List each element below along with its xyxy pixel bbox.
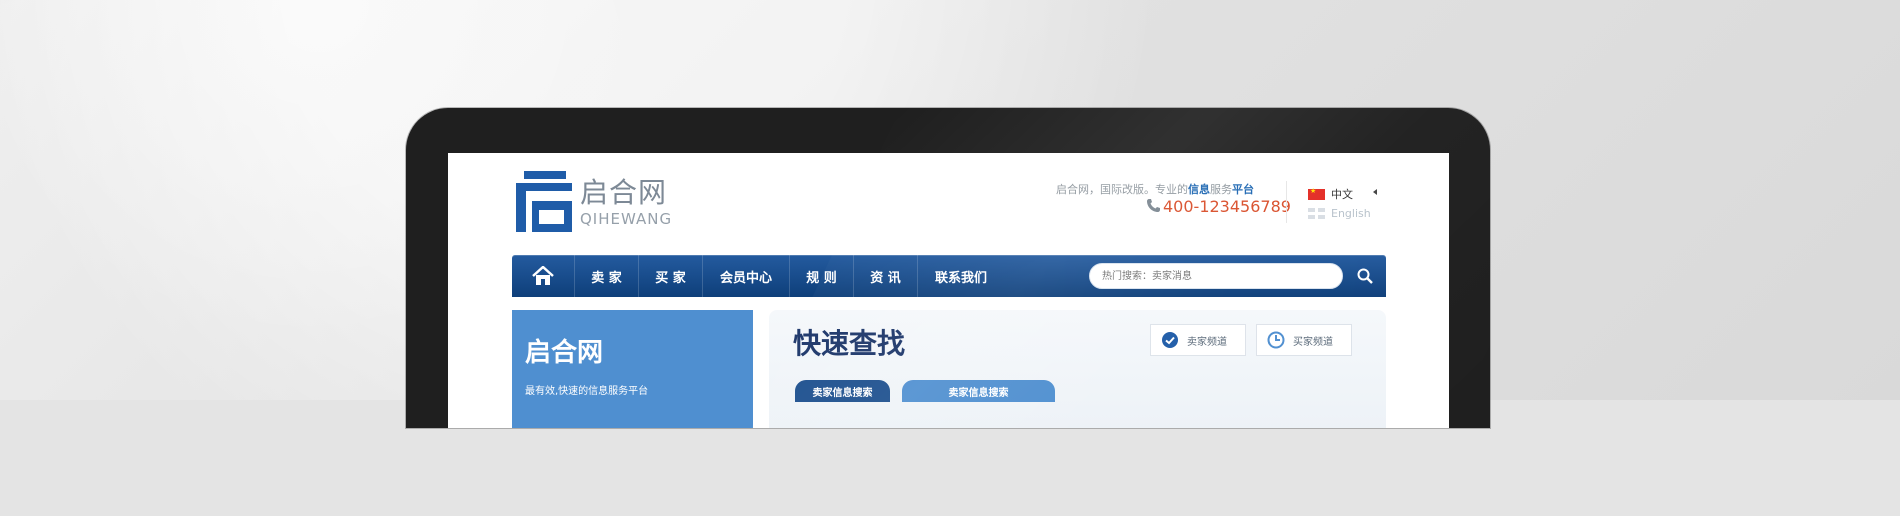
search-icon xyxy=(1357,268,1373,284)
search-input[interactable] xyxy=(1100,265,1324,287)
language-english[interactable]: English xyxy=(1308,205,1371,221)
search-box xyxy=(1089,263,1343,289)
quick-search-title: 快速查找 xyxy=(793,327,906,360)
site-tagline: 启合网，国际改版。专业的信息服务平台 xyxy=(1056,181,1254,197)
logo-icon[interactable] xyxy=(516,171,574,232)
check-circle-icon xyxy=(1162,332,1178,348)
intro-title: 启合网 xyxy=(525,338,604,368)
nav-item-sellers[interactable]: 卖 家 xyxy=(574,255,638,297)
monitor-frame: 启合网 QIHEWANG 启合网，国际改版。专业的信息服务平台 400-1234… xyxy=(406,108,1490,428)
intro-panel: 启合网 最有效,快速的信息服务平台 xyxy=(512,310,753,428)
buyer-channel-label: 买家频道 xyxy=(1293,336,1333,348)
nav-item-contact[interactable]: 联系我们 xyxy=(917,255,1004,297)
tagline-highlight-info: 信息 xyxy=(1188,183,1210,196)
language-label-cn: 中文 xyxy=(1331,188,1353,201)
website-screen: 启合网 QIHEWANG 启合网，国际改版。专业的信息服务平台 400-1234… xyxy=(448,153,1449,428)
logo-text-cn: 启合网 xyxy=(580,176,668,209)
cn-flag-icon xyxy=(1308,187,1325,200)
search-button[interactable] xyxy=(1354,266,1376,286)
main-navigation: 卖 家 买 家 会员中心 规 则 资 讯 联系我们 xyxy=(512,255,1386,297)
tagline-highlight-platform: 平台 xyxy=(1232,183,1254,196)
logo-text-en: QIHEWANG xyxy=(580,210,673,228)
quick-search-panel: 快速查找 卖家频道 买家频道 卖家信息搜索 卖家信息搜索 xyxy=(769,310,1386,428)
uk-flag-icon xyxy=(1308,207,1325,219)
nav-item-rules[interactable]: 规 则 xyxy=(789,255,853,297)
nav-item-buyers[interactable]: 买 家 xyxy=(638,255,702,297)
tab-seller-search-secondary[interactable]: 卖家信息搜索 xyxy=(902,380,1055,402)
tab-seller-search[interactable]: 卖家信息搜索 xyxy=(795,380,890,402)
tagline-middle: 服务 xyxy=(1210,183,1232,196)
phone-icon xyxy=(1146,198,1161,213)
language-caret-icon[interactable] xyxy=(1373,189,1377,195)
hotline-number: 400-123456789 xyxy=(1163,197,1291,216)
buyer-channel-button[interactable]: 买家频道 xyxy=(1256,324,1352,356)
nav-items: 卖 家 买 家 会员中心 规 则 资 讯 联系我们 xyxy=(574,255,1004,297)
home-button[interactable] xyxy=(512,255,574,297)
nav-item-member-center[interactable]: 会员中心 xyxy=(702,255,789,297)
seller-channel-button[interactable]: 卖家频道 xyxy=(1150,324,1246,356)
intro-subtitle: 最有效,快速的信息服务平台 xyxy=(525,386,649,397)
tagline-prefix: 启合网，国际改版。专业的 xyxy=(1056,183,1188,196)
home-icon xyxy=(532,266,554,285)
nav-item-news[interactable]: 资 讯 xyxy=(853,255,917,297)
language-label-en: English xyxy=(1331,206,1371,220)
clock-icon xyxy=(1267,331,1285,349)
language-chinese[interactable]: 中文 xyxy=(1308,186,1353,202)
seller-channel-label: 卖家频道 xyxy=(1187,336,1227,348)
header-divider xyxy=(1286,181,1287,223)
